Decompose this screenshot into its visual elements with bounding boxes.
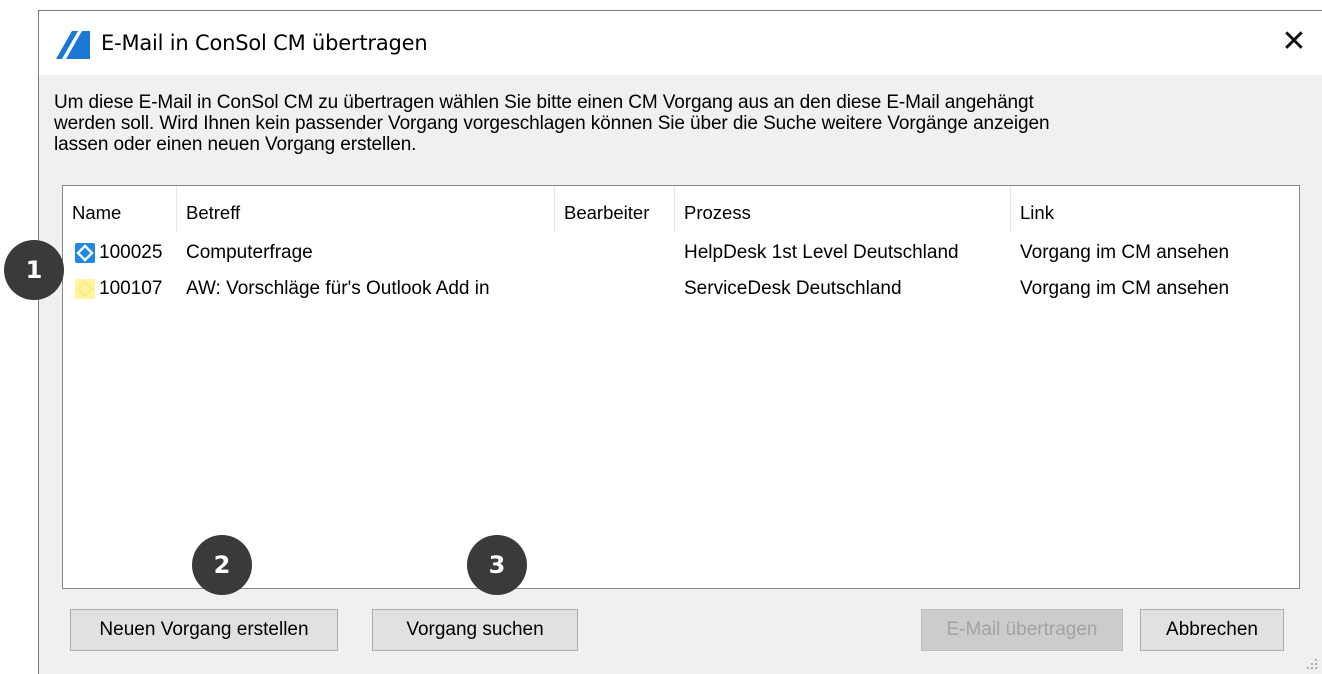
column-header-editor[interactable]: Bearbeiter xyxy=(555,186,675,232)
instruction-text: Um diese E-Mail in ConSol CM zu übertrag… xyxy=(54,92,1294,155)
list-header: Name Betreff Bearbeiter Prozess Link xyxy=(63,186,1299,232)
case-process: ServiceDesk Deutschland xyxy=(684,278,902,299)
blue-diamond-icon xyxy=(75,243,95,263)
annotation-badge-1: 1 xyxy=(4,240,64,300)
new-case-button[interactable]: Neuen Vorgang erstellen xyxy=(70,609,338,651)
instruction-line: Um diese E-Mail in ConSol CM zu übertrag… xyxy=(54,92,1034,113)
case-link[interactable]: Vorgang im CM ansehen xyxy=(1020,272,1229,306)
transfer-email-button[interactable]: E-Mail übertragen xyxy=(921,609,1123,651)
column-header-link[interactable]: Link xyxy=(1011,186,1299,232)
annotation-badge-3: 3 xyxy=(467,535,527,595)
case-number: 100025 xyxy=(99,242,163,263)
resize-grip-icon[interactable] xyxy=(1306,658,1318,670)
yellow-diamond-icon xyxy=(75,279,95,299)
close-button[interactable]: ✕ xyxy=(1276,25,1312,61)
case-list[interactable]: Name Betreff Bearbeiter Prozess Link 100… xyxy=(62,185,1300,589)
case-process: HelpDesk 1st Level Deutschland xyxy=(684,242,959,263)
column-header-name[interactable]: Name xyxy=(63,186,177,232)
case-link[interactable]: Vorgang im CM ansehen xyxy=(1020,236,1229,270)
cancel-button[interactable]: Abbrechen xyxy=(1140,609,1284,651)
search-case-button[interactable]: Vorgang suchen xyxy=(372,609,578,651)
consol-logo-icon xyxy=(56,31,90,59)
annotation-badge-2: 2 xyxy=(192,535,252,595)
instruction-line: lassen oder einen neuen Vorgang erstelle… xyxy=(54,134,417,155)
case-subject: Computerfrage xyxy=(186,242,313,263)
dialog-title: E-Mail in ConSol CM übertragen xyxy=(101,31,428,55)
column-header-subject[interactable]: Betreff xyxy=(177,186,555,232)
case-number: 100107 xyxy=(99,278,163,299)
table-row[interactable]: 100107 AW: Vorschläge für's Outlook Add … xyxy=(63,272,1299,306)
instruction-line: werden soll. Wird Ihnen kein passender V… xyxy=(54,113,1050,134)
column-header-process[interactable]: Prozess xyxy=(675,186,1011,232)
title-bar: E-Mail in ConSol CM übertragen ✕ xyxy=(39,11,1322,75)
table-row[interactable]: 100025 Computerfrage HelpDesk 1st Level … xyxy=(63,236,1299,270)
case-subject: AW: Vorschläge für's Outlook Add in xyxy=(186,278,490,299)
